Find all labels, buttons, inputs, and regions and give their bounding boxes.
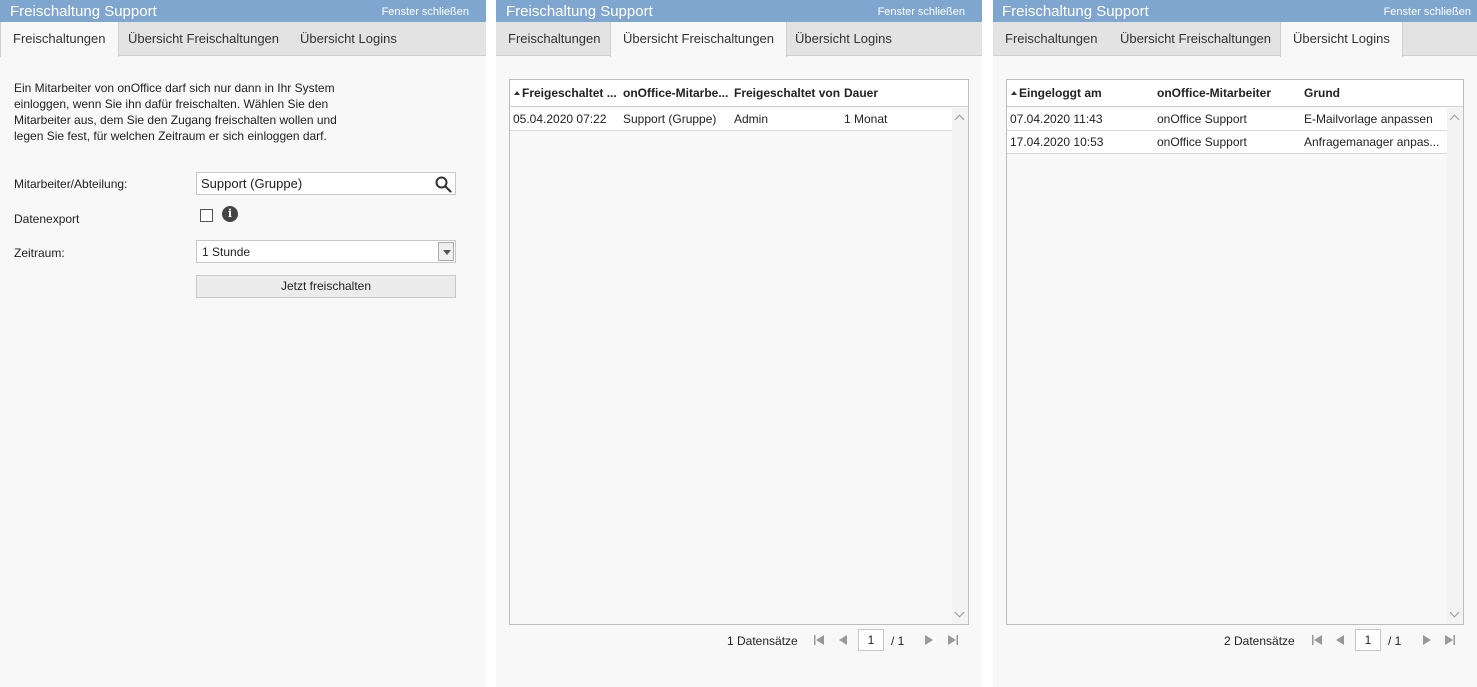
export-label: Datenexport — [14, 212, 80, 226]
title-bar: Freischaltung Support Fenster schließen — [993, 0, 1477, 22]
page-input[interactable]: 1 — [858, 629, 884, 651]
table-header: Freigeschaltet ... onOffice-Mitarbe... F… — [510, 80, 968, 107]
scroll-up-icon[interactable] — [954, 114, 965, 125]
cell-logged-in-at: 17.04.2020 10:53 — [1010, 135, 1104, 149]
scroll-down-icon[interactable] — [1449, 607, 1460, 618]
cell-employee: onOffice Support — [1157, 112, 1247, 126]
tab-bar: Freischaltungen Übersicht Freischaltunge… — [0, 22, 486, 57]
sort-asc-icon — [514, 90, 520, 95]
cell-unlocked-at: 05.04.2020 07:22 — [513, 112, 607, 126]
cell-employee: onOffice Support — [1157, 135, 1247, 149]
title-bar: Freischaltung Support Fenster schließen — [496, 0, 982, 22]
panel-uebersicht-freischaltungen: Freischaltung Support Fenster schließen … — [496, 0, 982, 687]
tab-uebersicht-freischaltungen[interactable]: Übersicht Freischaltungen — [610, 22, 788, 57]
title-bar: Freischaltung Support Fenster schließen — [0, 0, 486, 22]
prev-page-icon[interactable] — [1335, 635, 1345, 645]
tab-uebersicht-logins[interactable]: Übersicht Logins — [1280, 22, 1403, 57]
tab-freischaltungen[interactable]: Freischaltungen — [993, 22, 1110, 56]
vertical-scrollbar[interactable] — [1447, 108, 1463, 624]
info-icon[interactable]: i — [222, 206, 238, 222]
column-header-duration[interactable]: Dauer — [844, 80, 934, 107]
cell-reason: E-Mailvorlage anpassen — [1304, 112, 1433, 126]
record-count: 1 Datensätze — [727, 634, 798, 648]
page-total: / 1 — [891, 634, 905, 648]
tab-uebersicht-logins[interactable]: Übersicht Logins — [288, 22, 409, 56]
table-row[interactable]: 07.04.2020 11:43 onOffice Support E-Mail… — [1007, 108, 1448, 131]
period-label: Zeitraum: — [14, 246, 65, 260]
pagination: 1 Datensätze 1 / 1 — [496, 628, 982, 652]
cell-duration: 1 Monat — [844, 112, 888, 126]
tab-freischaltungen[interactable]: Freischaltungen — [0, 22, 119, 57]
pagination: 2 Datensätze 1 / 1 — [993, 628, 1477, 652]
panel-uebersicht-logins: Freischaltung Support Fenster schließen … — [993, 0, 1477, 687]
first-page-icon[interactable] — [1312, 635, 1322, 645]
cell-logged-in-at: 07.04.2020 11:43 — [1010, 112, 1103, 126]
column-header-employee[interactable]: onOffice-Mitarbe... — [623, 80, 731, 107]
employee-field[interactable]: Support (Gruppe) — [196, 172, 456, 195]
employee-label: Mitarbeiter/Abteilung: — [14, 177, 128, 191]
logins-table: Eingeloggt am onOffice-Mitarbeiter Grund… — [1006, 79, 1464, 625]
tab-freischaltungen[interactable]: Freischaltungen — [496, 22, 613, 56]
table-header: Eingeloggt am onOffice-Mitarbeiter Grund — [1007, 80, 1463, 107]
window-title: Freischaltung Support — [10, 3, 157, 20]
cell-reason: Anfragemanager anpas... — [1304, 135, 1440, 149]
last-page-icon[interactable] — [1445, 635, 1455, 645]
table-row[interactable]: 17.04.2020 10:53 onOffice Support Anfrag… — [1007, 131, 1448, 154]
first-page-icon[interactable] — [814, 635, 824, 645]
close-window-link[interactable]: Fenster schließen — [878, 6, 965, 18]
prev-page-icon[interactable] — [838, 635, 848, 645]
next-page-icon[interactable] — [924, 635, 934, 645]
period-value: 1 Stunde — [202, 245, 251, 259]
close-window-link[interactable]: Fenster schließen — [1384, 6, 1471, 18]
unlocks-table: Freigeschaltet ... onOffice-Mitarbe... F… — [509, 79, 969, 625]
record-count: 2 Datensätze — [1224, 634, 1295, 648]
tab-uebersicht-logins[interactable]: Übersicht Logins — [783, 22, 904, 56]
tab-uebersicht-freischaltungen[interactable]: Übersicht Freischaltungen — [1108, 22, 1283, 56]
tab-bar: Freischaltungen Übersicht Freischaltunge… — [993, 22, 1477, 57]
scroll-up-icon[interactable] — [1449, 114, 1460, 125]
tab-uebersicht-freischaltungen[interactable]: Übersicht Freischaltungen — [116, 22, 291, 56]
sort-asc-icon — [1011, 90, 1017, 95]
tab-bar: Freischaltungen Übersicht Freischaltunge… — [496, 22, 982, 57]
window-title: Freischaltung Support — [506, 3, 653, 20]
next-page-icon[interactable] — [1422, 635, 1432, 645]
panel-freischaltungen: Freischaltung Support Fenster schließen … — [0, 0, 486, 687]
period-select[interactable]: 1 Stunde — [196, 240, 456, 263]
page-total: / 1 — [1388, 634, 1402, 648]
employee-value: Support (Gruppe) — [201, 176, 303, 191]
column-header-logged-in-at[interactable]: Eingeloggt am — [1011, 80, 1151, 107]
intro-text: Ein Mitarbeiter von onOffice darf sich n… — [14, 81, 337, 143]
chevron-down-icon[interactable] — [438, 242, 454, 261]
column-header-unlocked-at[interactable]: Freigeschaltet ... — [514, 80, 620, 107]
cell-unlocked-by: Admin — [734, 112, 769, 126]
column-header-employee[interactable]: onOffice-Mitarbeiter — [1157, 80, 1297, 107]
column-header-unlocked-by[interactable]: Freigeschaltet von — [734, 80, 840, 107]
page-input[interactable]: 1 — [1355, 629, 1381, 651]
export-checkbox[interactable] — [200, 209, 213, 222]
table-row[interactable]: 05.04.2020 07:22 Support (Gruppe) Admin … — [510, 108, 952, 131]
window-title: Freischaltung Support — [1002, 3, 1149, 20]
column-header-reason[interactable]: Grund — [1304, 80, 1444, 107]
vertical-scrollbar[interactable] — [952, 108, 968, 624]
submit-button[interactable]: Jetzt freischalten — [196, 275, 456, 298]
scroll-down-icon[interactable] — [954, 607, 965, 618]
close-window-link[interactable]: Fenster schließen — [382, 6, 469, 18]
search-icon[interactable] — [435, 176, 452, 193]
cell-employee: Support (Gruppe) — [623, 112, 717, 126]
last-page-icon[interactable] — [948, 635, 958, 645]
